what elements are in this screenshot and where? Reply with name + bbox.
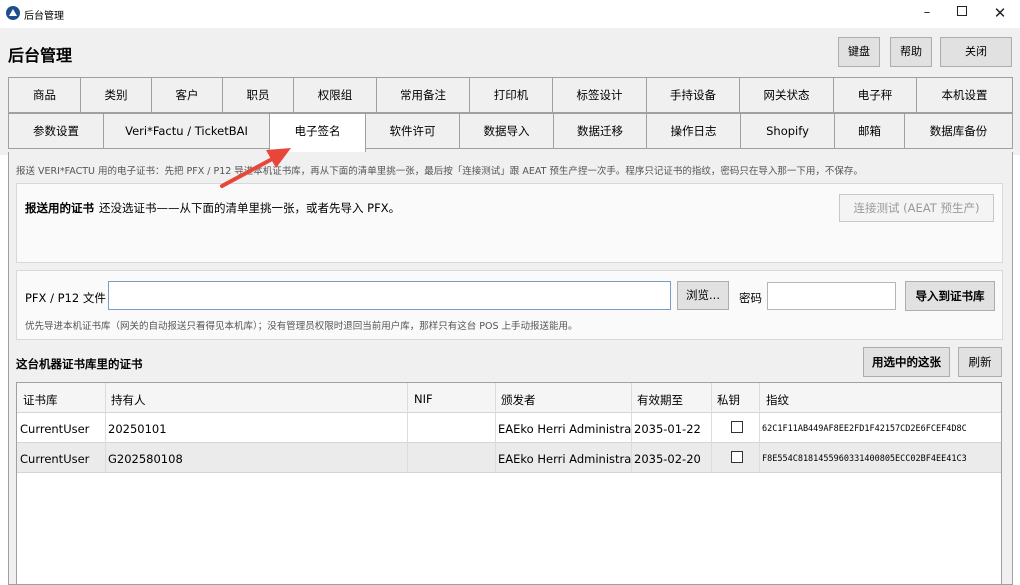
current-cert-value: 还没选证书——从下面的清单里挑一张，或者先导入 PFX。 <box>99 201 401 215</box>
cell-store: CurrentUser <box>20 452 90 466</box>
tab-bar: 商品 类别 客户 职员 权限组 常用备注 打印机 标签设计 手持设备 网关状态 … <box>0 73 1020 155</box>
tab-software-license[interactable]: 软件许可 <box>365 113 460 149</box>
close-app-button[interactable]: 关闭 <box>940 37 1012 67</box>
col-header-nif[interactable]: NIF <box>414 392 433 406</box>
annotation-arrow-icon <box>220 148 291 188</box>
col-header-thumbprint[interactable]: 指纹 <box>766 392 789 408</box>
tab-local-settings[interactable]: 本机设置 <box>916 77 1013 113</box>
arrow-shaft <box>220 156 276 188</box>
cert-list-title: 这台机器证书库里的证书 <box>16 357 143 371</box>
app-logo-icon <box>6 6 20 20</box>
password-label: 密码 <box>739 291 762 305</box>
maximize-icon <box>957 6 967 16</box>
column-divider <box>495 383 496 473</box>
cell-holder: G202580108 <box>108 452 183 466</box>
arrow-head <box>266 148 291 168</box>
window-title: 后台管理 <box>24 11 64 22</box>
tab-products[interactable]: 商品 <box>8 77 81 113</box>
tab-data-import[interactable]: 数据导入 <box>459 113 554 149</box>
tab-email[interactable]: 邮箱 <box>834 113 905 149</box>
current-cert-label: 报送用的证书 <box>25 201 94 215</box>
cell-store: CurrentUser <box>20 422 90 436</box>
password-input[interactable] <box>767 282 896 310</box>
private-key-checkbox[interactable] <box>731 421 743 433</box>
private-key-checkbox[interactable] <box>731 451 743 463</box>
page-title: 后台管理 <box>8 46 73 65</box>
table-row[interactable]: CurrentUser 20250101 EAEko Herri Adminis… <box>17 413 1001 443</box>
tab-common-notes[interactable]: 常用备注 <box>376 77 470 113</box>
cell-expires: 2035-02-20 <box>634 452 701 466</box>
tab-gateway-status[interactable]: 网关状态 <box>739 77 834 113</box>
import-note: 优先导进本机证书库（网关的自动报送只看得见本机库）；没有管理员权限时退回当前用户… <box>25 321 578 332</box>
import-to-store-button[interactable]: 导入到证书库 <box>905 281 995 311</box>
col-header-holder[interactable]: 持有人 <box>111 392 146 408</box>
tab-parameters[interactable]: 参数设置 <box>8 113 104 149</box>
tab-customers[interactable]: 客户 <box>151 77 223 113</box>
pfx-file-input[interactable] <box>108 281 671 310</box>
tab-printers[interactable]: 打印机 <box>469 77 553 113</box>
cell-issuer: EAEko Herri Administrazio <box>498 452 631 466</box>
keyboard-button[interactable]: 键盘 <box>838 37 880 67</box>
window-close-button[interactable]: ✕ <box>982 2 1018 24</box>
tab-categories[interactable]: 类别 <box>80 77 152 113</box>
window-titlebar: 后台管理 – ✕ <box>0 0 1020 28</box>
tab-data-migration[interactable]: 数据迁移 <box>553 113 647 149</box>
instructions-text: 报送 VERI*FACTU 用的电子证书：先把 PFX / P12 导进本机证书… <box>16 166 863 177</box>
cell-thumbprint: 62C1F11AB449AF8EE2FD1F42157CD2E6FCEF4D8C <box>762 424 967 434</box>
tab-electronic-scale[interactable]: 电子秤 <box>833 77 917 113</box>
cell-holder: 20250101 <box>108 422 167 436</box>
column-divider <box>759 383 760 473</box>
table-header: 证书库 持有人 NIF 颁发者 有效期至 私钥 指纹 <box>17 383 1001 413</box>
minimize-button[interactable]: – <box>909 2 945 24</box>
tab-handheld-devices[interactable]: 手持设备 <box>646 77 740 113</box>
table-row[interactable]: CurrentUser G202580108 EAEko Herri Admin… <box>17 443 1001 473</box>
tab-staff[interactable]: 职员 <box>222 77 294 113</box>
col-header-expires[interactable]: 有效期至 <box>637 392 683 408</box>
col-header-issuer[interactable]: 颁发者 <box>501 392 536 408</box>
column-divider <box>711 383 712 473</box>
tab-permission-groups[interactable]: 权限组 <box>293 77 377 113</box>
page-header: 后台管理 键盘 帮助 关闭 <box>0 28 1020 73</box>
connection-test-button[interactable]: 连接测试 (AEAT 预生产) <box>839 194 994 222</box>
cell-issuer: EAEko Herri Administrazio <box>498 422 631 436</box>
tab-operation-log[interactable]: 操作日志 <box>646 113 741 149</box>
col-header-private-key[interactable]: 私钥 <box>717 392 740 408</box>
cell-thumbprint: F8E554C8181455960331400805ECC02BF4EE41C3 <box>762 454 967 464</box>
tab-shopify[interactable]: Shopify <box>740 113 835 149</box>
browse-button[interactable]: 浏览... <box>677 281 729 310</box>
cell-expires: 2035-01-22 <box>634 422 701 436</box>
col-header-store[interactable]: 证书库 <box>23 392 58 408</box>
refresh-button[interactable]: 刷新 <box>958 347 1002 377</box>
tab-label-design[interactable]: 标签设计 <box>552 77 647 113</box>
cert-table[interactable]: 证书库 持有人 NIF 颁发者 有效期至 私钥 指纹 CurrentUser 2… <box>16 382 1002 585</box>
use-selected-button[interactable]: 用选中的这张 <box>863 347 950 377</box>
column-divider <box>407 383 408 473</box>
help-button[interactable]: 帮助 <box>890 37 932 67</box>
column-divider <box>105 383 106 473</box>
column-divider <box>631 383 632 473</box>
maximize-button[interactable] <box>944 2 980 24</box>
tab-database-backup[interactable]: 数据库备份 <box>904 113 1013 149</box>
pfx-file-label: PFX / P12 文件 <box>25 291 106 305</box>
